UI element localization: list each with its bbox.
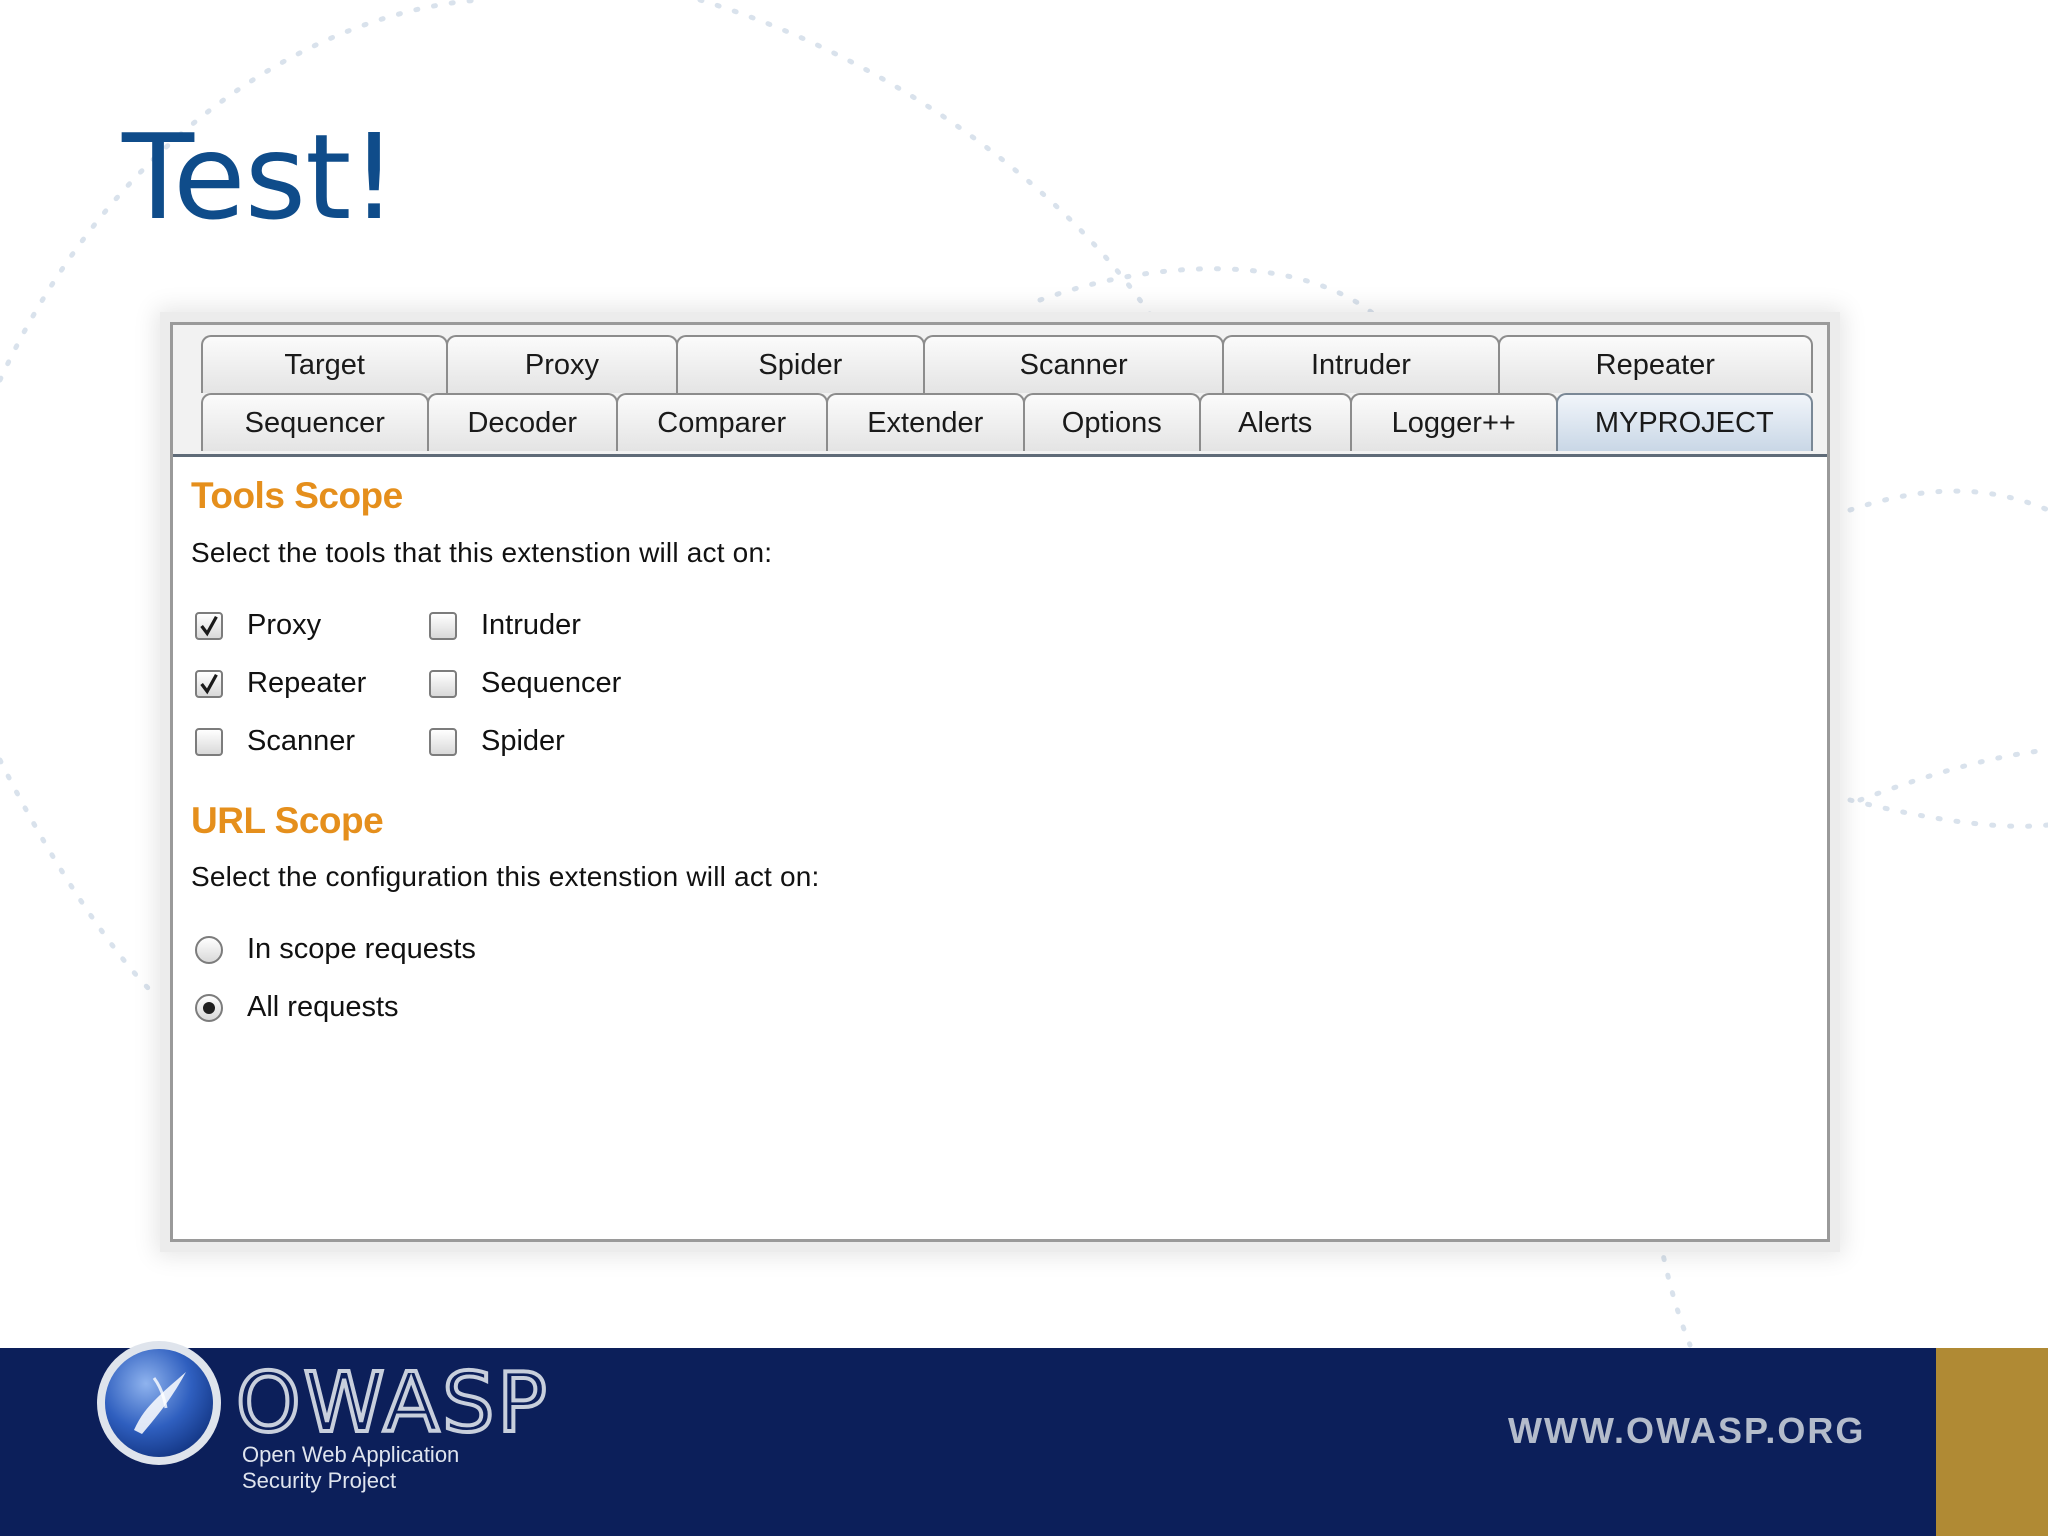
owasp-website-url: WWW.OWASP.ORG [1508, 1410, 1866, 1451]
footer-band: OWASP Open Web Application Security Proj… [0, 1341, 2048, 1536]
owasp-globe-icon [97, 1341, 221, 1465]
tab-alerts[interactable]: Alerts [1198, 393, 1352, 451]
tab-intruder[interactable]: Intruder [1222, 335, 1500, 393]
tab-sequencer[interactable]: Sequencer [201, 393, 429, 451]
tab-row-bottom: Sequencer Decoder Comparer Extender Opti… [201, 393, 1813, 451]
tab-proxy[interactable]: Proxy [446, 335, 678, 393]
proxy-checkbox[interactable] [195, 611, 223, 640]
spider-label: Spider [481, 725, 565, 757]
tab-repeater[interactable]: Repeater [1497, 335, 1813, 393]
spider-checkbox[interactable] [429, 727, 457, 756]
tool-scanner-option[interactable]: Scanner [195, 725, 355, 758]
intruder-label: Intruder [481, 609, 581, 641]
tool-sequencer-option[interactable]: Sequencer [429, 667, 621, 700]
checkmark-icon [200, 673, 218, 694]
tab-myproject[interactable]: MYPROJECT [1555, 393, 1813, 451]
burp-window: Target Proxy Spider Scanner Intruder Rep… [170, 322, 1830, 1242]
all-requests-option[interactable]: All requests [195, 991, 399, 1024]
sequencer-checkbox[interactable] [429, 669, 457, 698]
proxy-label: Proxy [247, 609, 322, 641]
tab-row-top: Target Proxy Spider Scanner Intruder Rep… [201, 335, 1813, 393]
url-scope-heading: URL Scope [191, 800, 384, 841]
tab-scanner[interactable]: Scanner [922, 335, 1225, 393]
in-scope-requests-label: In scope requests [247, 933, 476, 965]
tab-spider[interactable]: Spider [675, 335, 925, 393]
intruder-checkbox[interactable] [429, 611, 457, 640]
all-requests-label: All requests [247, 991, 399, 1023]
owasp-brand-name: OWASP [234, 1354, 550, 1453]
tab-extender[interactable]: Extender [825, 393, 1025, 451]
tool-spider-option[interactable]: Spider [429, 725, 565, 758]
owasp-tagline-line2: Security Project [242, 1468, 397, 1493]
tab-decoder[interactable]: Decoder [426, 393, 618, 451]
tool-proxy-option[interactable]: Proxy [195, 609, 321, 642]
tab-options[interactable]: Options [1023, 393, 1201, 451]
repeater-checkbox[interactable] [195, 669, 223, 698]
in-scope-requests-option[interactable]: In scope requests [195, 933, 476, 966]
slide-title: Test! [122, 108, 398, 246]
tools-scope-heading: Tools Scope [191, 475, 403, 516]
all-requests-radio[interactable] [195, 993, 223, 1022]
tab-logger[interactable]: Logger++ [1350, 393, 1558, 451]
tab-bar: Target Proxy Spider Scanner Intruder Rep… [173, 325, 1827, 457]
url-scope-description: Select the configuration this extenstion… [191, 861, 820, 892]
tab-comparer[interactable]: Comparer [616, 393, 828, 451]
extension-panel: Tools Scope Select the tools that this e… [191, 475, 1809, 1229]
tools-scope-description: Select the tools that this extenstion wi… [191, 537, 773, 568]
footer-gold-block [1936, 1348, 2048, 1536]
sequencer-label: Sequencer [481, 667, 622, 699]
owasp-tagline-line1: Open Web Application [242, 1442, 460, 1467]
tab-target[interactable]: Target [201, 335, 449, 393]
radio-selected-dot [203, 1001, 215, 1014]
tool-intruder-option[interactable]: Intruder [429, 609, 581, 642]
checkmark-icon [200, 615, 218, 636]
scanner-checkbox[interactable] [195, 727, 223, 756]
scanner-label: Scanner [247, 725, 356, 757]
repeater-label: Repeater [247, 667, 367, 699]
in-scope-requests-radio[interactable] [195, 935, 223, 964]
tool-repeater-option[interactable]: Repeater [195, 667, 366, 700]
